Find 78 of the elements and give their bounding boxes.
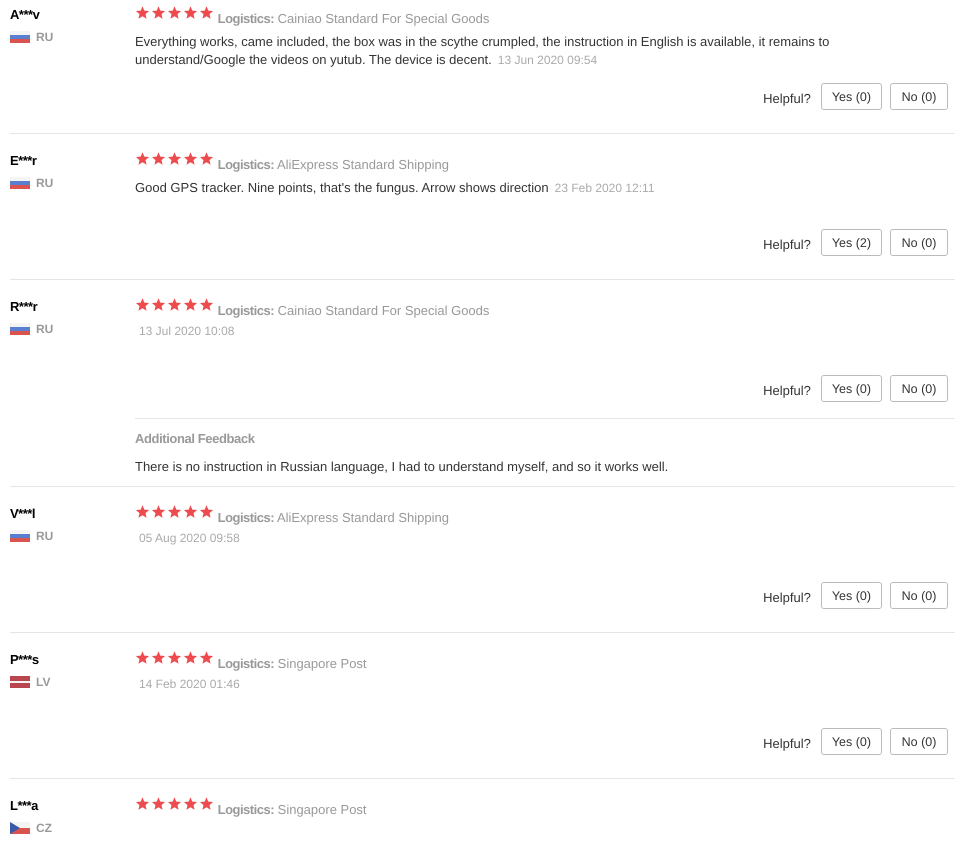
review-text: Everything works, came included, the box was in the scythe crumpled, the instruction in English is available, it remains to understand/Google the videos on yutub. The device is decent. 13 Jun 2020 09:54 (135, 33, 830, 69)
helpful-label: Helpful? (763, 590, 811, 605)
no-button[interactable]: No (0) (890, 728, 948, 755)
star-icon (167, 650, 182, 665)
review-date: 14 Feb 2020 01:46 (139, 677, 240, 691)
country-code: RU (36, 322, 54, 336)
flag-icon (10, 822, 30, 834)
star-icon (135, 297, 150, 312)
star-icon (135, 151, 150, 166)
no-button[interactable]: No (0) (890, 375, 948, 402)
star-icon (183, 650, 198, 665)
helpful-label: Helpful? (763, 383, 811, 398)
star-icon (167, 5, 182, 20)
star-icon (151, 796, 166, 811)
star-icon (135, 650, 150, 665)
reviewer-name: P***s (10, 652, 39, 667)
logistics-info: Logistics: AliExpress Standard Shipping (218, 510, 449, 525)
yes-button[interactable]: Yes (2) (820, 229, 882, 256)
flag-icon (10, 31, 30, 43)
star-icon (199, 5, 214, 20)
yes-button[interactable]: Yes (0) (820, 375, 882, 402)
country-code: CZ (36, 821, 52, 835)
reviewer-name: A***v (10, 7, 40, 22)
logistics-info: Logistics: Singapore Post (218, 802, 367, 817)
additional-feedback-title: Additional Feedback (135, 431, 255, 447)
reviewer-name: E***r (10, 153, 36, 168)
star-icon (135, 504, 150, 519)
country-code: RU (36, 176, 54, 190)
no-button[interactable]: No (0) (890, 83, 948, 110)
star-icon (199, 650, 214, 665)
helpful-label: Helpful? (763, 736, 811, 751)
helpful-label: Helpful? (763, 91, 811, 106)
logistics-info: Logistics: Cainiao Standard For Special Goods (218, 11, 490, 26)
review-date: 13 Jun 2020 09:54 (498, 53, 598, 67)
country-code: RU (36, 30, 54, 44)
helpful-label: Helpful? (763, 237, 811, 252)
flag-icon (10, 676, 30, 688)
star-icon (135, 5, 150, 20)
country-code: LV (36, 675, 50, 689)
yes-button[interactable]: Yes (0) (820, 83, 882, 110)
star-icon (199, 151, 214, 166)
reviewer-name: V***l (10, 506, 35, 521)
star-icon (151, 297, 166, 312)
logistics-info: Logistics: Cainiao Standard For Special Goods (218, 303, 490, 318)
star-icon (183, 151, 198, 166)
star-icon (183, 5, 198, 20)
star-icon (151, 650, 166, 665)
review-date: 05 Aug 2020 09:58 (139, 531, 240, 545)
star-icon (167, 504, 182, 519)
yes-button[interactable]: Yes (0) (820, 728, 882, 755)
logistics-info: Logistics: AliExpress Standard Shipping (218, 157, 449, 172)
star-icon (199, 796, 214, 811)
star-icon (167, 151, 182, 166)
star-icon (151, 151, 166, 166)
star-icon (167, 796, 182, 811)
yes-button[interactable]: Yes (0) (820, 582, 882, 609)
star-icon (183, 504, 198, 519)
flag-icon (10, 177, 30, 189)
review-text: Good GPS tracker. Nine points, that's the fungus. Arrow shows direction 23 Feb 2020 12:11 (135, 179, 656, 197)
star-icon (199, 504, 214, 519)
flag-icon (10, 323, 30, 335)
star-icon (199, 297, 214, 312)
flag-icon (10, 530, 30, 542)
reviewer-name: L***a (10, 798, 38, 813)
star-icon (151, 5, 166, 20)
no-button[interactable]: No (0) (890, 229, 948, 256)
additional-feedback-text: There is no instruction in Russian language, I had to understand myself, and so it works well. (135, 459, 670, 475)
no-button[interactable]: No (0) (890, 582, 948, 609)
star-icon (183, 297, 198, 312)
star-icon (151, 504, 166, 519)
star-icon (135, 796, 150, 811)
country-code: RU (36, 529, 54, 543)
star-icon (183, 796, 198, 811)
review-date: 13 Jul 2020 10:08 (139, 324, 234, 338)
reviewer-name: R***r (10, 299, 38, 314)
review-date: 23 Feb 2020 12:11 (554, 181, 655, 195)
star-icon (167, 297, 182, 312)
logistics-info: Logistics: Singapore Post (218, 656, 367, 671)
